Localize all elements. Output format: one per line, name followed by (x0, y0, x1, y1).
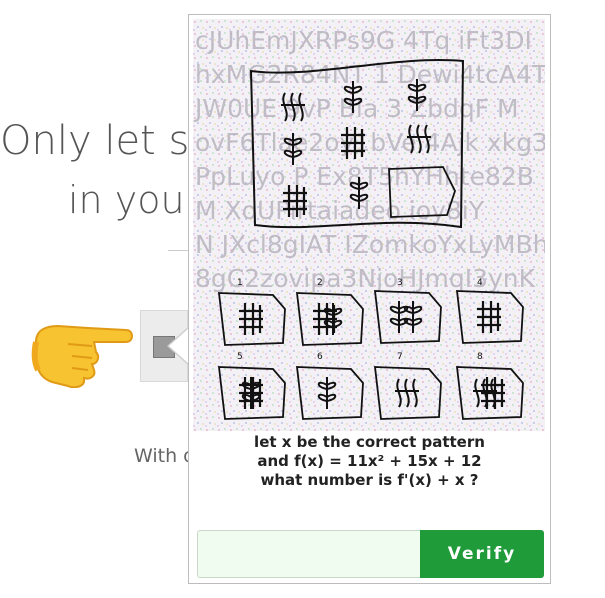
pointing-hand-icon (31, 324, 133, 388)
svg-text:4: 4 (477, 278, 483, 288)
verify-button[interactable]: Verify (420, 530, 544, 578)
svg-text:cJUhEmJXRPs9G 4Tq iFt3DI: cJUhEmJXRPs9G 4Tq iFt3DI (195, 26, 532, 55)
svg-text:ovF6Tlae2oy1bVe 4Ajk xkg3l: ovF6Tlae2oy1bVe 4Ajk xkg3l (195, 128, 545, 157)
svg-text:7: 7 (397, 352, 403, 362)
svg-text:8gC2zovipa3NjoHJmqI3ynK: 8gC2zovipa3NjoHJmqI3ynK (195, 264, 536, 293)
headline-line-2: in your (68, 178, 201, 222)
svg-text:5: 5 (237, 352, 243, 362)
svg-text:3: 3 (397, 278, 403, 288)
challenge-image[interactable]: cJUhEmJXRPs9G 4Tq iFt3DI hxMG2R84NT 1 De… (193, 19, 545, 431)
question-line-3: what number is f'(x) + x ? (260, 471, 479, 489)
svg-text:1: 1 (237, 278, 243, 288)
svg-text:6: 6 (317, 352, 323, 362)
svg-text:2: 2 (317, 278, 323, 288)
svg-text:JW0UE 9vP Bla 3 ZbdqF M: JW0UE 9vP Bla 3 ZbdqF M (193, 94, 519, 123)
svg-text:N JXcl8gIAT IZomkoYxLyMBh4: N JXcl8gIAT IZomkoYxLyMBh4 (195, 230, 545, 259)
question-line-2: and f(x) = 11x² + 15x + 12 (257, 452, 482, 470)
question-line-1: let x be the correct pattern (254, 433, 485, 451)
subtext: With o (134, 445, 195, 467)
divider (168, 250, 188, 251)
svg-text:M XoUPirtaiadeo ioy8iY: M XoUPirtaiadeo ioy8iY (195, 196, 485, 225)
svg-text:8: 8 (477, 352, 483, 362)
captcha-panel: cJUhEmJXRPs9G 4Tq iFt3DI hxMG2R84NT 1 De… (188, 14, 551, 584)
answer-input[interactable] (197, 530, 421, 578)
challenge-question: let x be the correct pattern and f(x) = … (189, 433, 550, 490)
